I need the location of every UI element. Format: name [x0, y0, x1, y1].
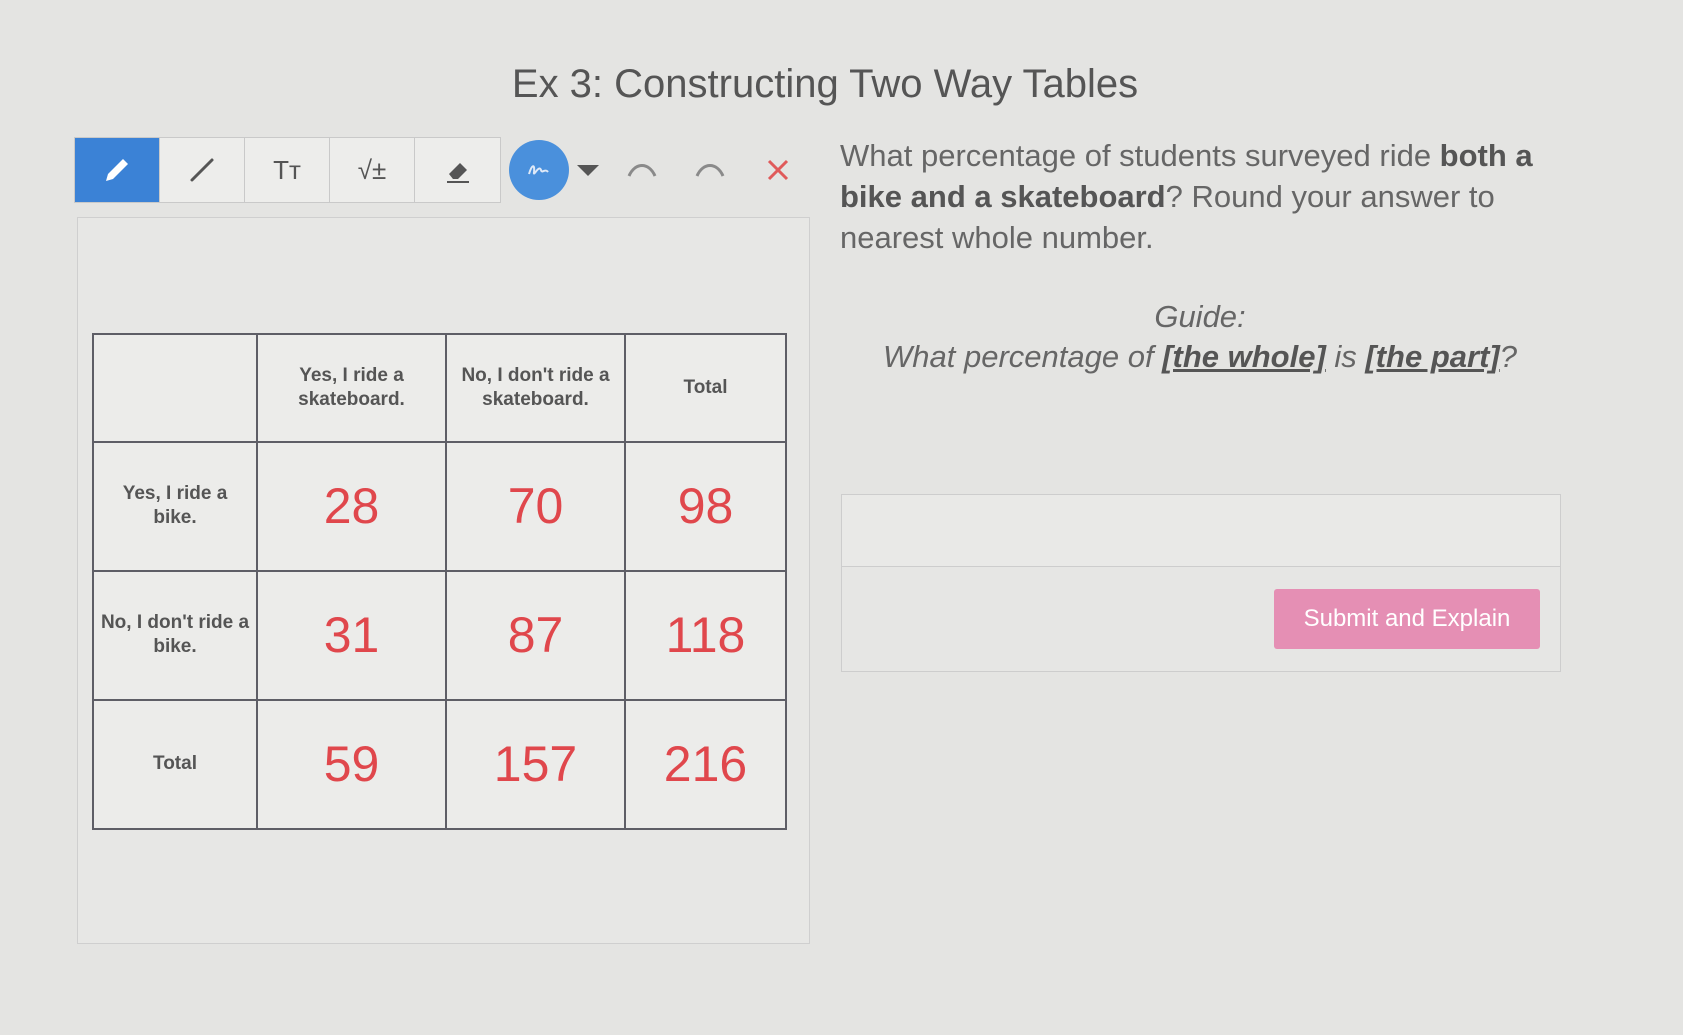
chevron-down-icon[interactable]: [577, 164, 599, 176]
redo-button[interactable]: [685, 145, 735, 195]
page-title: Ex 3: Constructing Two Way Tables: [511, 62, 1139, 106]
answer-input[interactable]: [842, 495, 1560, 567]
two-way-table: Yes, I ride a skateboard. No, I don't ri…: [92, 333, 787, 831]
undo-button[interactable]: [617, 145, 667, 195]
color-picker-button[interactable]: [509, 140, 569, 200]
table-row: Yes, I ride a bike. 28 70 98: [92, 440, 787, 572]
table-header-cell: Yes, I ride a skateboard.: [256, 333, 447, 443]
answer-box: Submit and Explain: [841, 494, 1561, 672]
undo-icon: [627, 164, 657, 177]
pen-icon: [106, 159, 128, 181]
drawing-toolbar: Tт √±: [74, 137, 803, 203]
guide-whole: [the whole]: [1162, 339, 1326, 374]
guide-label: Guide:: [1154, 299, 1246, 334]
row-label: Total: [92, 698, 258, 831]
guide-part: is: [1325, 339, 1366, 374]
text-tool-button[interactable]: Tт: [245, 138, 330, 202]
table-cell: 87: [445, 569, 626, 701]
table-row: Total 59 157 216: [92, 698, 787, 831]
scribble-icon: [528, 165, 549, 175]
guide-part-term: [the part]: [1365, 339, 1500, 374]
eraser-tool-button[interactable]: [415, 138, 500, 202]
math-tool-button[interactable]: √±: [330, 138, 415, 202]
table-header-row: Yes, I ride a skateboard. No, I don't ri…: [92, 333, 787, 443]
eraser-icon: [446, 163, 469, 183]
table-cell: 70: [445, 440, 626, 572]
table-cell: 59: [256, 698, 447, 831]
redo-icon: [695, 164, 725, 177]
table-cell: 28: [256, 440, 447, 572]
text-size-icon: Tт: [273, 154, 301, 185]
table-header-cell: Total: [624, 333, 787, 443]
guide-sentence: What percentage of [the whole] is [the p…: [840, 337, 1560, 377]
table-cell: 216: [624, 698, 787, 831]
question-text: What percentage of students surveyed rid…: [840, 135, 1570, 258]
pen-tool-button[interactable]: [75, 138, 160, 202]
guide-text: Guide: What percentage of [the whole] is…: [840, 297, 1560, 377]
drawing-canvas[interactable]: Yes, I ride a skateboard. No, I don't ri…: [77, 217, 810, 944]
table-cell: 118: [624, 569, 787, 701]
line-icon: [190, 158, 214, 182]
table-header-cell: No, I don't ride a skateboard.: [445, 333, 626, 443]
math-icon: √±: [357, 154, 387, 185]
table-cell: 157: [445, 698, 626, 831]
table-cell: 31: [256, 569, 447, 701]
table-header-cell: [92, 333, 258, 443]
guide-part: What percentage of: [883, 339, 1163, 374]
row-label: Yes, I ride a bike.: [92, 440, 258, 572]
submit-button[interactable]: Submit and Explain: [1274, 589, 1540, 649]
clear-button[interactable]: [753, 145, 803, 195]
close-icon: [767, 159, 789, 181]
line-tool-button[interactable]: [160, 138, 245, 202]
question-part: What percentage of students surveyed rid…: [840, 138, 1440, 173]
table-cell: 98: [624, 440, 787, 572]
table-row: No, I don't ride a bike. 31 87 118: [92, 569, 787, 701]
row-label: No, I don't ride a bike.: [92, 569, 258, 701]
tool-group: Tт √±: [74, 137, 501, 203]
guide-part: ?: [1499, 339, 1517, 374]
